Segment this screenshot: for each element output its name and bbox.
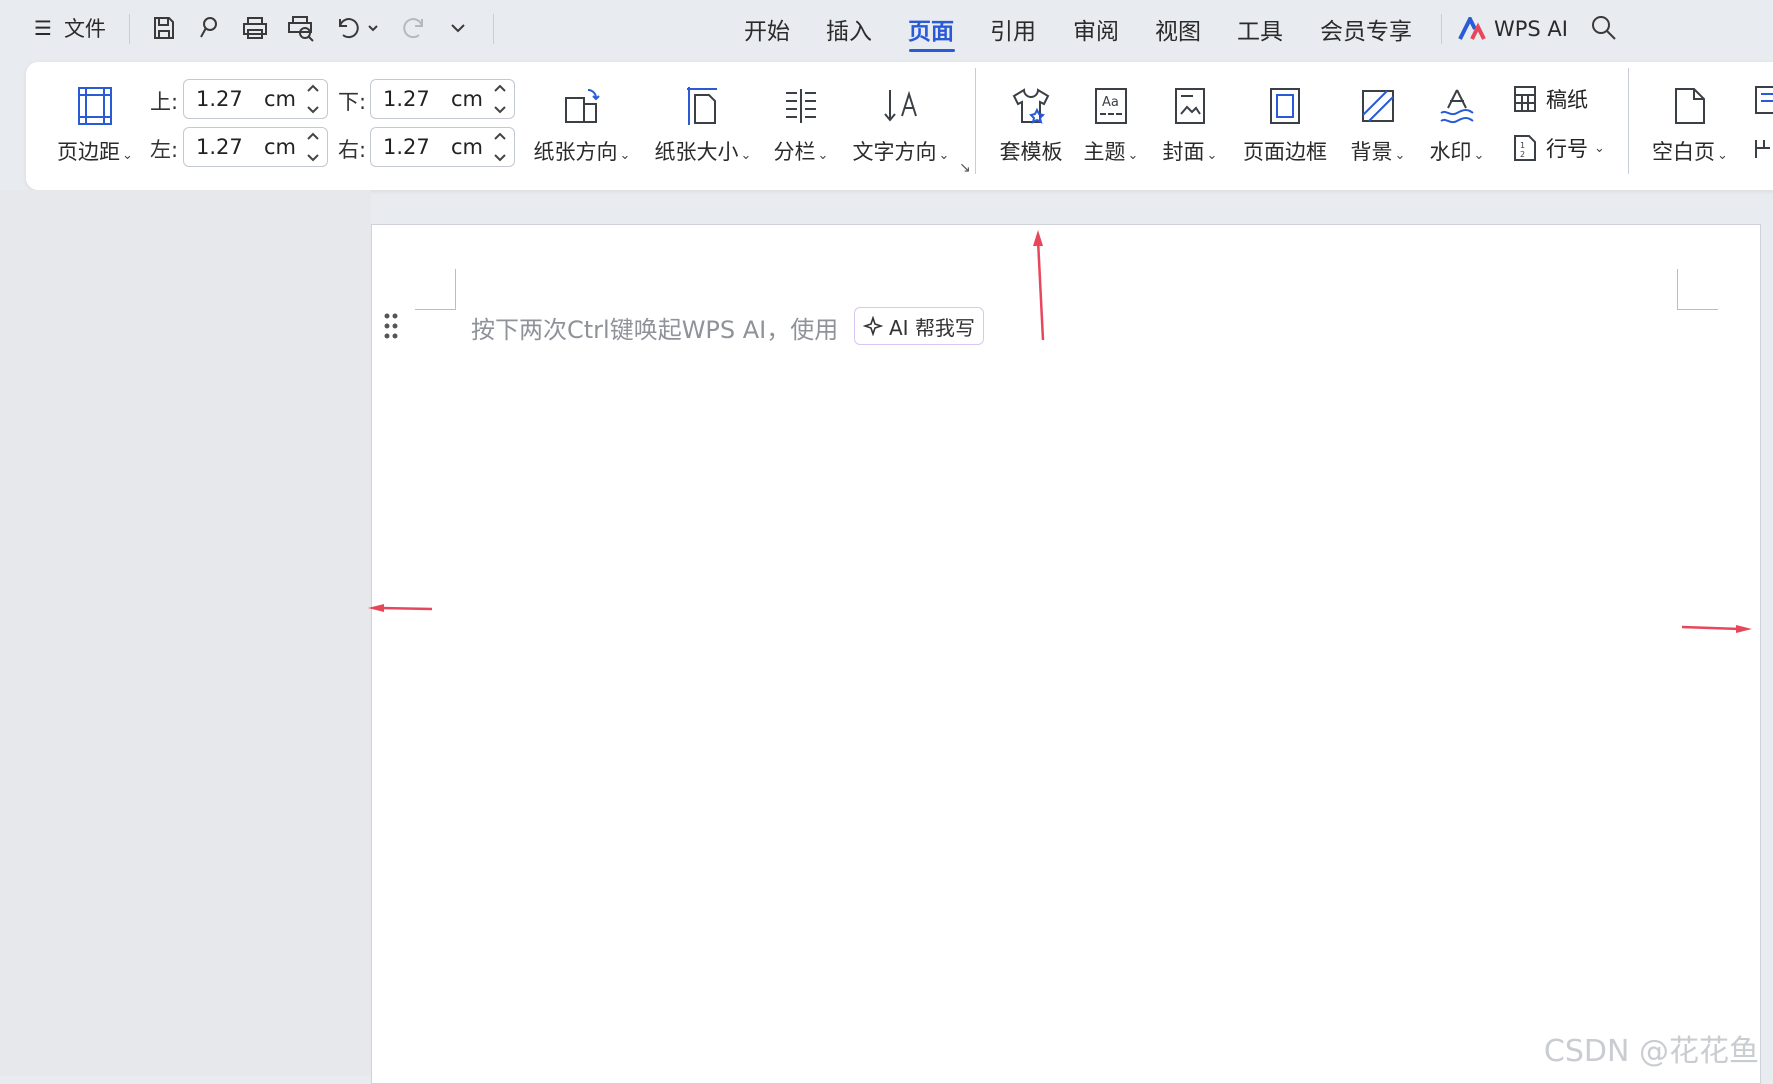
annotation-arrows [368, 230, 1752, 633]
annotation-arrow-left [368, 604, 433, 612]
csdn-watermark: CSDN @花花鱼 [1543, 1034, 1759, 1069]
annotation-arrow-up [1033, 230, 1045, 341]
annotation-arrow-right [1681, 625, 1752, 633]
